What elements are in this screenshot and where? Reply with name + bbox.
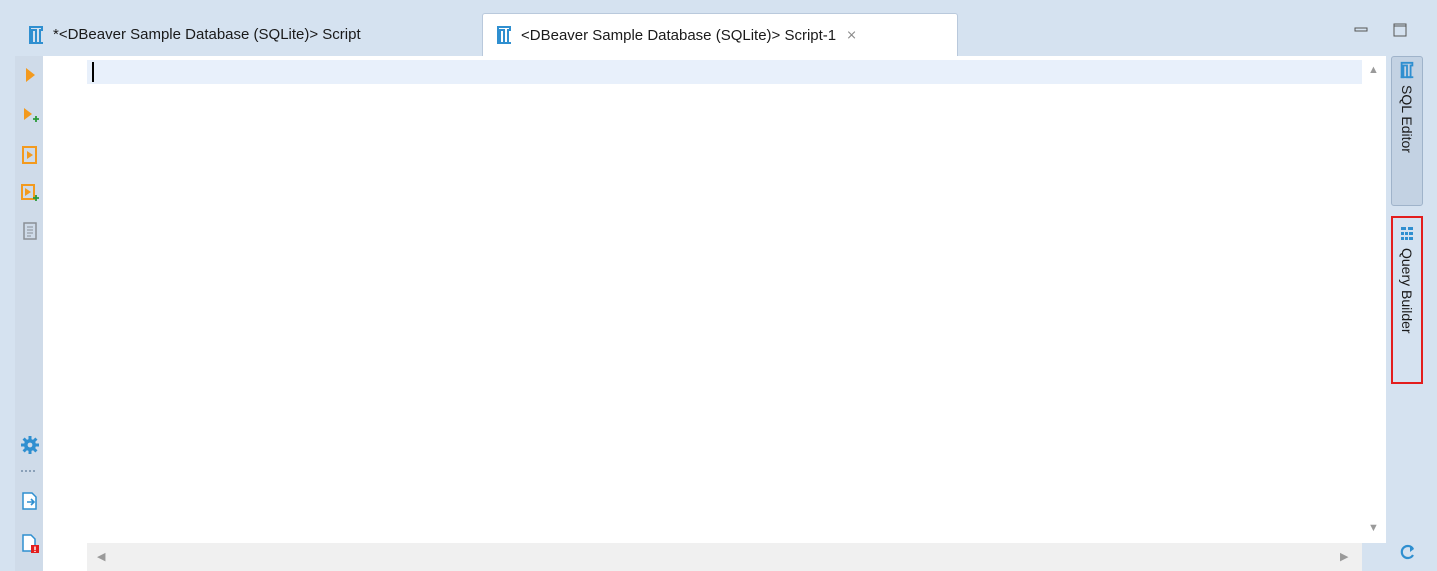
execute-script-new-tab-icon[interactable] xyxy=(19,182,41,204)
execute-statement-new-tab-icon[interactable] xyxy=(19,104,41,126)
sql-script-icon xyxy=(497,26,511,44)
export-icon[interactable] xyxy=(19,490,41,512)
execute-statement-icon[interactable] xyxy=(19,64,41,86)
horizontal-scrollbar[interactable]: ◀ ▶ xyxy=(87,543,1362,571)
scroll-left-icon[interactable]: ◀ xyxy=(97,550,105,563)
tab-script-1-label: <DBeaver Sample Database (SQLite)> Scrip… xyxy=(521,26,837,44)
scroll-up-icon[interactable]: ▲ xyxy=(1368,64,1379,76)
query-builder-icon xyxy=(1401,227,1413,240)
maximize-icon[interactable] xyxy=(1392,22,1408,38)
editor-tab-bar: *<DBeaver Sample Database (SQLite)> Scri… xyxy=(0,0,1437,56)
sql-editor-icon xyxy=(1400,61,1414,79)
tab-sql-editor-label: SQL Editor xyxy=(1399,85,1415,153)
close-tab-icon[interactable]: ⨯ xyxy=(846,27,857,43)
sql-script-icon xyxy=(29,25,43,44)
execute-script-icon[interactable] xyxy=(19,144,41,166)
scroll-down-icon[interactable]: ▼ xyxy=(1368,522,1379,534)
tab-query-builder-label: Query Builder xyxy=(1399,248,1415,334)
tab-query-builder[interactable]: Query Builder xyxy=(1391,216,1423,384)
current-line-highlight xyxy=(87,60,1362,84)
text-caret xyxy=(92,62,94,82)
refresh-icon[interactable] xyxy=(1398,542,1418,562)
vertical-scrollbar[interactable]: ▲ ▼ xyxy=(1362,56,1386,543)
scroll-right-icon[interactable]: ▶ xyxy=(1340,550,1348,563)
tab-script-1[interactable]: <DBeaver Sample Database (SQLite)> Scrip… xyxy=(482,13,958,56)
problems-icon[interactable] xyxy=(19,532,41,554)
tab-script-label: *<DBeaver Sample Database (SQLite)> Scri… xyxy=(53,26,361,43)
tab-sql-editor[interactable]: SQL Editor xyxy=(1391,56,1423,206)
sql-editor-toolbar xyxy=(15,56,43,571)
settings-icon[interactable] xyxy=(19,434,41,456)
minimize-icon[interactable] xyxy=(1353,22,1369,38)
explain-plan-icon[interactable] xyxy=(19,220,41,242)
right-presentation-tabs: SQL Editor Query Builder xyxy=(1386,56,1437,571)
editor-ruler xyxy=(15,56,87,571)
sql-editor-text-area[interactable] xyxy=(87,56,1362,543)
tab-script[interactable]: *<DBeaver Sample Database (SQLite)> Scri… xyxy=(15,13,481,56)
sql-editor-window: *<DBeaver Sample Database (SQLite)> Scri… xyxy=(0,0,1437,571)
toolbar-separator xyxy=(21,470,37,472)
